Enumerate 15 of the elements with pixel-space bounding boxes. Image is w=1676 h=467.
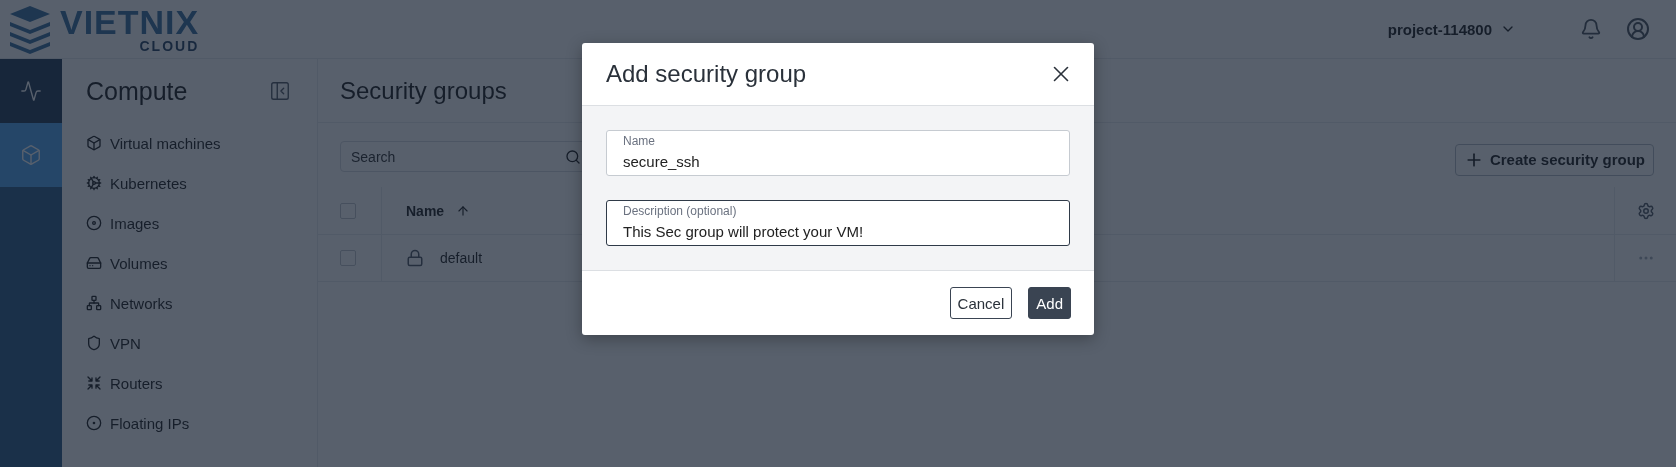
table-cell: default [440,250,483,266]
logo-tagline: CLOUD [139,39,200,53]
field-label: Name [623,134,656,149]
dialog-title: Add security group [606,60,807,88]
add-button[interactable]: Add [1028,287,1071,319]
field-value[interactable]: This Sec group will protect your VM! [623,219,1053,243]
logo-name: VIETNIX [60,5,200,39]
input-field[interactable]: Description (optional) This Sec group will protect your VM! [606,200,1070,246]
field-label: Description (optional) [623,204,738,219]
search-input[interactable]: Search [349,147,565,166]
input-field[interactable]: Name secure_ssh [606,130,1070,176]
cancel-button[interactable]: Cancel [949,287,1013,319]
field-value[interactable]: secure_ssh [623,149,1053,173]
page-title: Security groups [340,76,507,105]
sidebar-title: Compute [86,76,188,106]
